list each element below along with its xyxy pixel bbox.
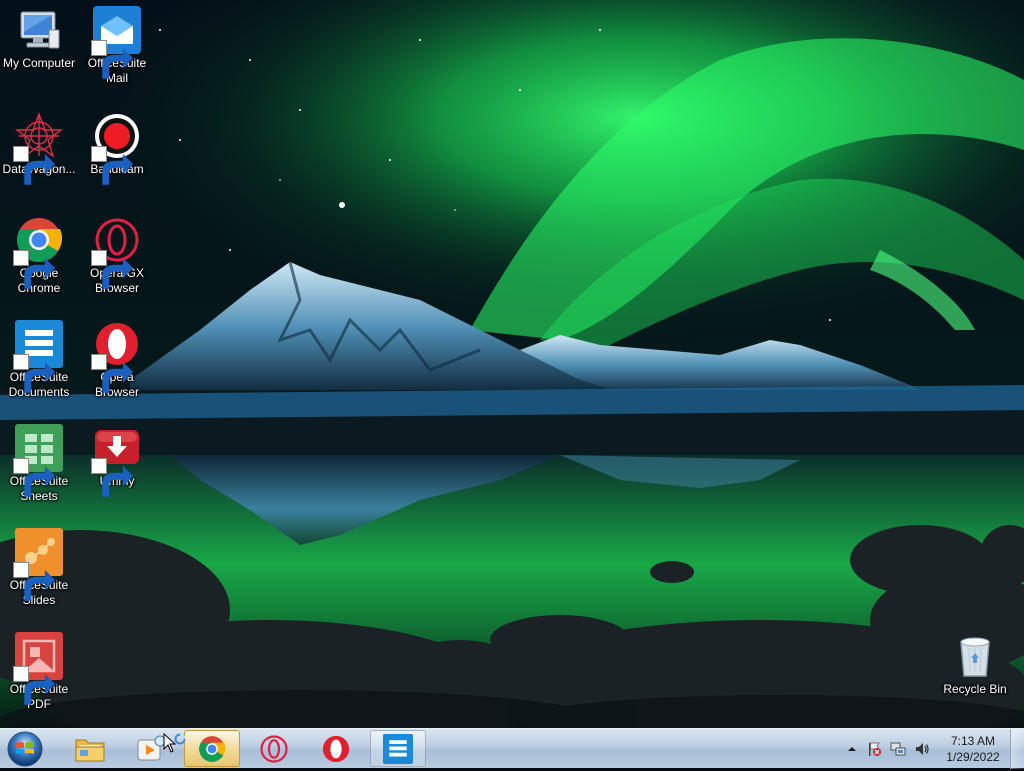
shortcut-arrow-icon (91, 146, 134, 185)
folder-icon (75, 739, 105, 761)
desktop-icon-google-chrome[interactable]: Google Chrome (0, 216, 78, 296)
officesuite-sheets-icon (13, 424, 63, 497)
officesuite-documents-icon (13, 320, 63, 393)
taskbar-button-opera[interactable] (308, 730, 364, 767)
shortcut-arrow-icon (91, 40, 134, 79)
officesuite-documents-icon (383, 733, 413, 764)
media-player-icon (137, 735, 165, 760)
bandicam-icon (91, 112, 141, 185)
opera-icon (91, 320, 141, 393)
datawagon-icon (13, 112, 63, 185)
desktop-icon-label: Recycle Bin (943, 682, 1007, 696)
desktop-icon-officesuite-sheets[interactable]: OfficeSuite Sheets (0, 424, 78, 504)
taskbar-button-officesuite[interactable] (370, 730, 426, 767)
mouse-cursor (163, 732, 189, 761)
shortcut-arrow-icon (91, 250, 134, 289)
desktop-icon-recycle-bin[interactable]: Recycle Bin (936, 632, 1014, 697)
desktop-icon-my-computer[interactable]: My Computer (0, 6, 78, 71)
shortcut-arrow-icon (13, 250, 56, 289)
desktop-icon-label: My Computer (2, 56, 76, 70)
desktop-icon-bandicam[interactable]: Bandicam (78, 112, 156, 185)
shortcut-arrow-icon (13, 146, 56, 185)
computer-icon (15, 6, 63, 54)
chrome-icon (13, 216, 63, 289)
opera-gx-icon (260, 734, 288, 763)
desktop-icon-ummy[interactable]: Ummy (78, 424, 156, 497)
opera-gx-icon (91, 216, 141, 289)
desktop-icon-opera-browser[interactable]: Opera Browser (78, 320, 156, 400)
desktop-icon-officesuite-documents[interactable]: OfficeSuite Documents (0, 320, 78, 400)
chevron-up-icon (848, 747, 856, 751)
taskbar-button-file-explorer[interactable] (62, 730, 118, 767)
shortcut-arrow-icon (13, 666, 56, 705)
flag-icon (869, 742, 881, 756)
recycle-bin-icon (951, 632, 999, 680)
taskbar-button-chrome[interactable] (184, 730, 240, 767)
officesuite-slides-icon (13, 528, 63, 601)
shortcut-arrow-icon (13, 354, 56, 393)
show-desktop-button[interactable] (1010, 729, 1024, 769)
desktop-icon-officesuite-pdf[interactable]: OfficeSuite PDF (0, 632, 78, 712)
opera-icon (322, 735, 350, 762)
desktop-icon-datawagon[interactable]: DataWagon... (0, 112, 78, 185)
volume-icon[interactable] (914, 741, 930, 757)
shortcut-arrow-icon (13, 458, 56, 497)
chrome-icon (199, 735, 226, 762)
start-button[interactable] (5, 730, 45, 767)
desktop-icon-opera-gx[interactable]: Opera GX Browser (78, 216, 156, 296)
clock-time: 7:13 AM (950, 734, 996, 748)
shortcut-arrow-icon (91, 458, 134, 497)
network-icon[interactable] (890, 741, 906, 757)
shortcut-arrow-icon (13, 562, 56, 601)
system-tray: 7:13 AM 1/29/2022 (840, 729, 1024, 769)
taskbar: 7:13 AM 1/29/2022 (0, 728, 1024, 769)
windows-start-orb-icon (7, 731, 43, 767)
ummy-icon (91, 424, 141, 497)
shortcut-arrow-icon (91, 354, 134, 393)
desktop-icon-officesuite-slides[interactable]: OfficeSuite Slides (0, 528, 78, 608)
clock-date: 1/29/2022 (946, 750, 1000, 764)
busy-pointer-icon (163, 732, 186, 753)
action-center-icon[interactable] (866, 741, 882, 757)
show-hidden-icons-button[interactable] (844, 741, 860, 757)
taskbar-button-opera-gx[interactable] (246, 730, 302, 767)
clock[interactable]: 7:13 AM 1/29/2022 (938, 733, 1008, 765)
officesuite-mail-icon (91, 6, 141, 79)
officesuite-pdf-icon (13, 632, 63, 705)
desktop-icon-officesuite-mail[interactable]: OfficeSuite Mail (78, 6, 156, 86)
